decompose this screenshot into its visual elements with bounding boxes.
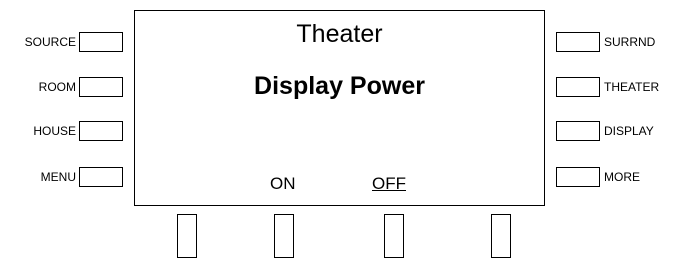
screen-title: Theater	[296, 20, 383, 48]
more-button[interactable]	[556, 167, 600, 187]
left-label-room: ROOM	[38, 80, 76, 94]
room-button[interactable]	[79, 77, 123, 97]
softkey-3-button[interactable]	[384, 214, 404, 258]
menu-button[interactable]	[79, 167, 123, 187]
theater-button[interactable]	[556, 77, 600, 97]
right-label-theater: THEATER	[604, 80, 660, 94]
display-button[interactable]	[556, 121, 600, 141]
surrnd-button[interactable]	[556, 32, 600, 52]
softkey-2-button[interactable]	[274, 214, 294, 258]
screen-heading: Display Power	[254, 72, 425, 100]
right-label-surrnd: SURRND	[604, 35, 656, 49]
left-label-house: HOUSE	[33, 124, 76, 138]
display-screen: Theater Display Power ON OFF	[134, 10, 545, 206]
softkey-on-label: ON	[270, 174, 296, 193]
softkey-1-button[interactable]	[177, 214, 197, 258]
house-button[interactable]	[79, 121, 123, 141]
right-label-display: DISPLAY	[604, 124, 654, 138]
softkey-4-button[interactable]	[491, 214, 511, 258]
left-label-menu: MENU	[40, 170, 76, 184]
remote-panel: { "screen": { "title": "Theater", "headi…	[0, 0, 679, 271]
left-label-source: SOURCE	[24, 35, 76, 49]
right-label-more: MORE	[604, 170, 640, 184]
source-button[interactable]	[79, 32, 123, 52]
softkey-off-label: OFF	[372, 174, 406, 193]
